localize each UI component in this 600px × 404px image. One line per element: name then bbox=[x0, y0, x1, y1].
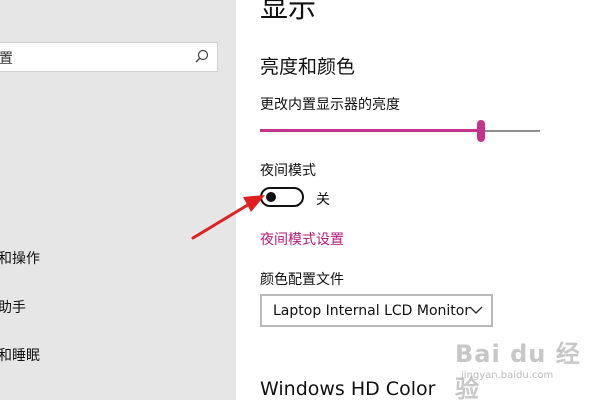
slider-thumb[interactable] bbox=[477, 120, 485, 142]
sidebar: 置 和操作 助手 和睡眠 bbox=[0, 0, 236, 400]
section-title-hd-color: Windows HD Color bbox=[260, 378, 436, 400]
search-input[interactable]: 置 bbox=[0, 42, 218, 72]
night-mode-toggle[interactable] bbox=[260, 187, 304, 207]
watermark-brand: Bai du 经验 bbox=[455, 340, 581, 403]
page-title: 显示 bbox=[260, 0, 317, 24]
chevron-down-icon bbox=[469, 306, 483, 314]
night-mode-state: 关 bbox=[316, 192, 330, 208]
brightness-slider[interactable] bbox=[260, 120, 540, 142]
toggle-knob bbox=[266, 192, 276, 202]
baidu-watermark: Bai du 经验 jingyan.baidu.com bbox=[455, 334, 595, 403]
sidebar-item-power-sleep[interactable]: 和睡眠 bbox=[0, 345, 40, 365]
sidebar-item-focus-assist[interactable]: 助手 bbox=[0, 297, 26, 317]
night-mode-settings-link[interactable]: 夜间模式设置 bbox=[260, 229, 344, 249]
night-mode-label: 夜间模式 bbox=[260, 163, 316, 179]
dropdown-value: Laptop Internal LCD Monitor bbox=[273, 303, 471, 319]
color-profile-label: 颜色配置文件 bbox=[260, 272, 344, 288]
search-icon[interactable] bbox=[193, 48, 211, 66]
section-title-brightness-color: 亮度和颜色 bbox=[260, 56, 356, 78]
brightness-label: 更改内置显示器的亮度 bbox=[260, 97, 400, 113]
watermark-url: jingyan.baidu.com bbox=[461, 370, 554, 381]
slider-fill bbox=[260, 129, 481, 132]
sidebar-item-label: 和操作 bbox=[0, 251, 40, 267]
sidebar-item-label: 和睡眠 bbox=[0, 348, 40, 364]
color-profile-dropdown[interactable]: Laptop Internal LCD Monitor bbox=[260, 294, 493, 327]
search-input-text: 置 bbox=[0, 51, 13, 67]
sidebar-item-notifications[interactable]: 和操作 bbox=[0, 248, 40, 268]
sidebar-item-label: 助手 bbox=[0, 300, 26, 316]
